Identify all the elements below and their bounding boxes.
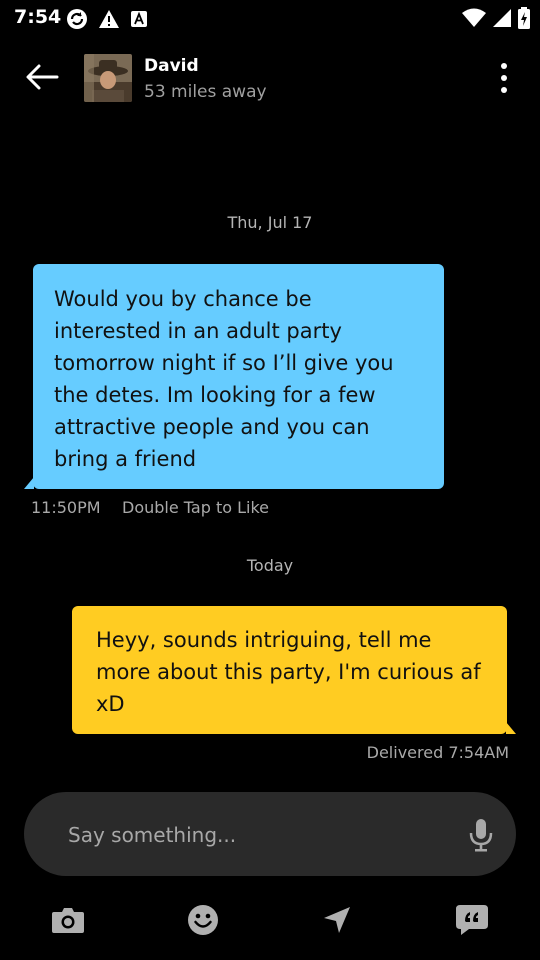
- double-tap-hint: Double Tap to Like: [122, 498, 269, 517]
- message-input[interactable]: [66, 814, 450, 856]
- wifi-icon: [462, 8, 486, 32]
- back-arrow-icon: [26, 64, 59, 90]
- incoming-message-text: Would you by chance be interested in an …: [54, 287, 394, 471]
- outgoing-message-bubble[interactable]: Heyy, sounds intriguing, tell me more ab…: [72, 606, 516, 734]
- date-divider-today: Today: [246, 556, 294, 575]
- send-location-button[interactable]: [317, 900, 357, 940]
- camera-button[interactable]: [48, 900, 88, 940]
- contact-name[interactable]: David: [144, 56, 199, 76]
- notification-icons: [66, 8, 148, 34]
- contact-distance: 53 miles away: [144, 82, 267, 102]
- sync-icon: [66, 8, 88, 34]
- chat-header: David 53 miles away: [0, 44, 540, 114]
- delivery-status: Delivered 7:54AM: [366, 743, 509, 762]
- status-time: 7:54: [14, 6, 62, 28]
- more-options-button[interactable]: [494, 62, 514, 94]
- app-notification-icon: [130, 10, 148, 32]
- signal-icon: [492, 8, 512, 32]
- message-composer: [24, 792, 516, 876]
- voice-message-button[interactable]: [468, 818, 494, 852]
- outgoing-message-text: Heyy, sounds intriguing, tell me more ab…: [96, 628, 481, 716]
- mic-icon: [469, 819, 493, 852]
- more-options-icon: [501, 63, 507, 93]
- battery-icon: [518, 7, 530, 33]
- chat-actions-bar: [0, 890, 540, 950]
- camera-icon: [52, 908, 84, 933]
- incoming-message-bubble[interactable]: Would you by chance be interested in an …: [24, 264, 444, 489]
- saved-phrases-button[interactable]: [452, 900, 492, 940]
- emoji-icon: [188, 905, 218, 935]
- back-button[interactable]: [24, 62, 60, 92]
- saved-phrases-icon: [456, 905, 488, 935]
- profile-avatar[interactable]: [84, 54, 132, 102]
- date-divider: Thu, Jul 17: [227, 213, 313, 232]
- emoji-button[interactable]: [183, 900, 223, 940]
- status-bar: 7:54: [0, 0, 540, 36]
- warning-icon: [98, 9, 120, 33]
- incoming-message-time: 11:50PM: [31, 498, 101, 517]
- location-icon: [324, 907, 350, 933]
- system-icons: [462, 7, 530, 33]
